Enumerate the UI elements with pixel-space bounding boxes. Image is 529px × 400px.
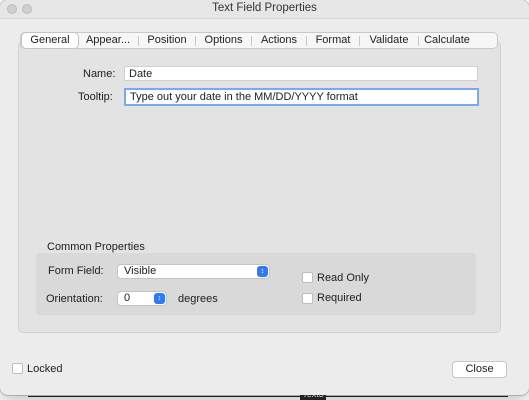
common-properties-group: Form Field: Visible ↕ Orientation: 0 ↕ d… — [36, 253, 476, 315]
tab-calculate[interactable]: Calculate — [419, 33, 475, 48]
tab-format[interactable]: Format — [307, 33, 359, 48]
up-down-chevron-icon: ↕ — [154, 293, 165, 304]
orientation-value: 0 — [124, 292, 131, 304]
tab-appearance[interactable]: Appear... — [78, 33, 138, 48]
background-line — [28, 396, 508, 397]
form-field-popup[interactable]: Visible ↕ — [117, 264, 270, 279]
common-properties-heading: Common Properties — [47, 241, 145, 253]
tooltip-input[interactable] — [124, 88, 479, 106]
tab-actions[interactable]: Actions — [252, 33, 306, 48]
required-label: Required — [317, 292, 362, 304]
read-only-label: Read Only — [317, 272, 369, 284]
name-input[interactable] — [124, 66, 478, 81]
orientation-label: Orientation: — [46, 293, 103, 305]
form-field-label: Form Field: — [48, 265, 104, 277]
up-down-chevron-icon: ↕ — [257, 266, 268, 277]
tab-position[interactable]: Position — [139, 33, 195, 48]
tooltip-label: Tooltip: — [78, 91, 113, 103]
tab-validate[interactable]: Validate — [360, 33, 418, 48]
locked-label: Locked — [27, 363, 63, 375]
text-field-properties-dialog: Text Field Properties Name: Tooltip: Com… — [0, 0, 529, 395]
read-only-checkbox[interactable] — [302, 272, 313, 283]
orientation-popup[interactable]: 0 ↕ — [117, 291, 167, 306]
degrees-label: degrees — [178, 293, 218, 305]
tab-bar: General Appear... Position Options Actio… — [20, 32, 498, 49]
window-title: Text Field Properties — [212, 2, 317, 14]
name-label: Name: — [83, 68, 116, 80]
tab-options[interactable]: Options — [196, 33, 251, 48]
required-checkbox[interactable] — [302, 293, 313, 304]
form-field-value: Visible — [124, 265, 157, 277]
title-bar: Text Field Properties — [0, 0, 529, 19]
close-button[interactable]: Close — [452, 361, 507, 378]
tab-general[interactable]: General — [22, 33, 78, 48]
locked-checkbox[interactable] — [12, 363, 23, 374]
